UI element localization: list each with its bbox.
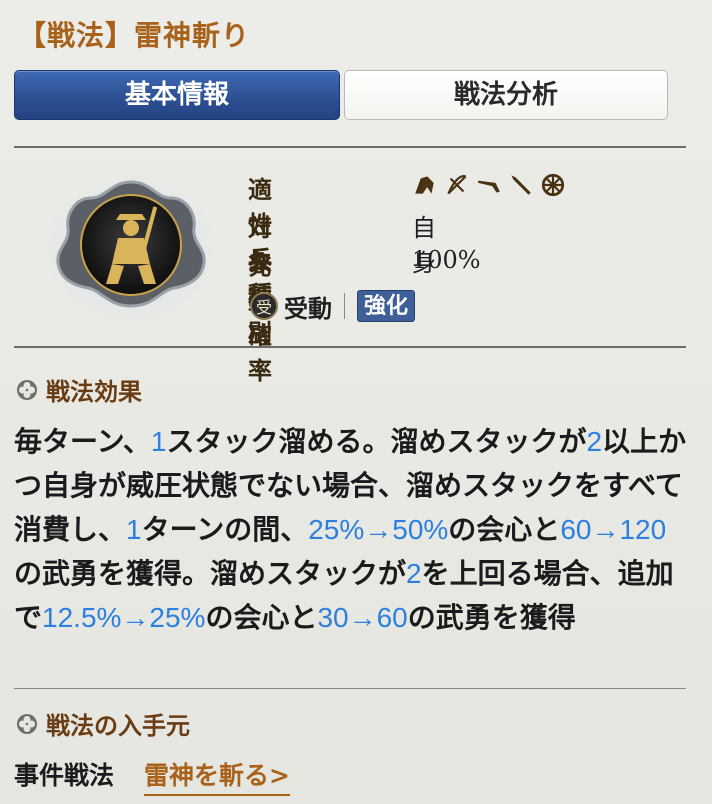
troop-icons — [412, 172, 566, 198]
effect-value: 1 — [150, 426, 167, 457]
passive-icon: 受 — [250, 292, 278, 320]
tactic-type: 受 受動 強化 — [250, 290, 416, 323]
divider — [14, 688, 686, 689]
bow-icon — [447, 175, 467, 195]
effect-text-part: の武勇を獲得。溜めスタックが — [14, 557, 407, 590]
shield-icon — [541, 173, 565, 197]
clover-icon — [17, 713, 37, 734]
tab-bar: 基本情報 戦法分析 — [14, 70, 668, 122]
rate-value: 100% — [412, 246, 481, 274]
tactic-emblem-icon — [46, 176, 216, 318]
effect-title: 戦法効果 — [46, 377, 142, 406]
effect-value: 2 — [586, 426, 603, 457]
effect-text: 毎ターン、1スタック溜める。溜めスタックが2以上かつ自身が威圧状態でない場合、溜… — [14, 420, 694, 640]
effect-value: 12.5%→25% — [42, 602, 206, 633]
effect-text-part: の武勇を獲得 — [407, 601, 576, 634]
source-label: 事件戦法 — [14, 761, 115, 790]
tactic-title: 【戦法】雷神斬り — [18, 19, 251, 52]
effect-value: 60→120 — [560, 514, 667, 545]
cavalry-icon — [415, 176, 434, 194]
spear-icon — [511, 175, 531, 195]
source-title: 戦法の入手元 — [46, 711, 190, 740]
passive-label: 受動 — [284, 293, 332, 323]
divider — [14, 346, 686, 348]
effect-text-part: の会心と — [448, 513, 561, 546]
buff-badge: 強化 — [357, 290, 416, 322]
source-row: 事件戦法 雷神を斬る> — [14, 756, 290, 796]
divider — [14, 146, 686, 148]
source-event-link[interactable]: 雷神を斬る> — [144, 756, 290, 796]
effect-value: 25%→50% — [308, 514, 449, 545]
effect-value: 2 — [406, 558, 422, 589]
effect-section-title: 戦法効果 — [16, 372, 142, 407]
effect-text-part: の会心と — [205, 601, 318, 634]
source-section-title: 戦法の入手元 — [16, 706, 190, 741]
effect-text-part: 毎ターン、 — [14, 425, 151, 458]
effect-text-part: スタック溜める。溜めスタックが — [166, 425, 587, 458]
separator — [344, 293, 345, 319]
effect-value: 1 — [126, 514, 142, 545]
tab-basic-info[interactable]: 基本情報 — [14, 70, 340, 120]
tactic-detail-panel: 【戦法】雷神斬り 基本情報 戦法分析 適性兵 対象 別 自身 発 確率 100%… — [0, 0, 712, 804]
effect-text-part: ターンの間、 — [141, 513, 309, 546]
tab-tactic-analysis[interactable]: 戦法分析 — [344, 70, 668, 120]
effect-value: 30→60 — [317, 602, 408, 633]
gun-icon — [478, 180, 500, 193]
clover-icon — [17, 379, 37, 400]
